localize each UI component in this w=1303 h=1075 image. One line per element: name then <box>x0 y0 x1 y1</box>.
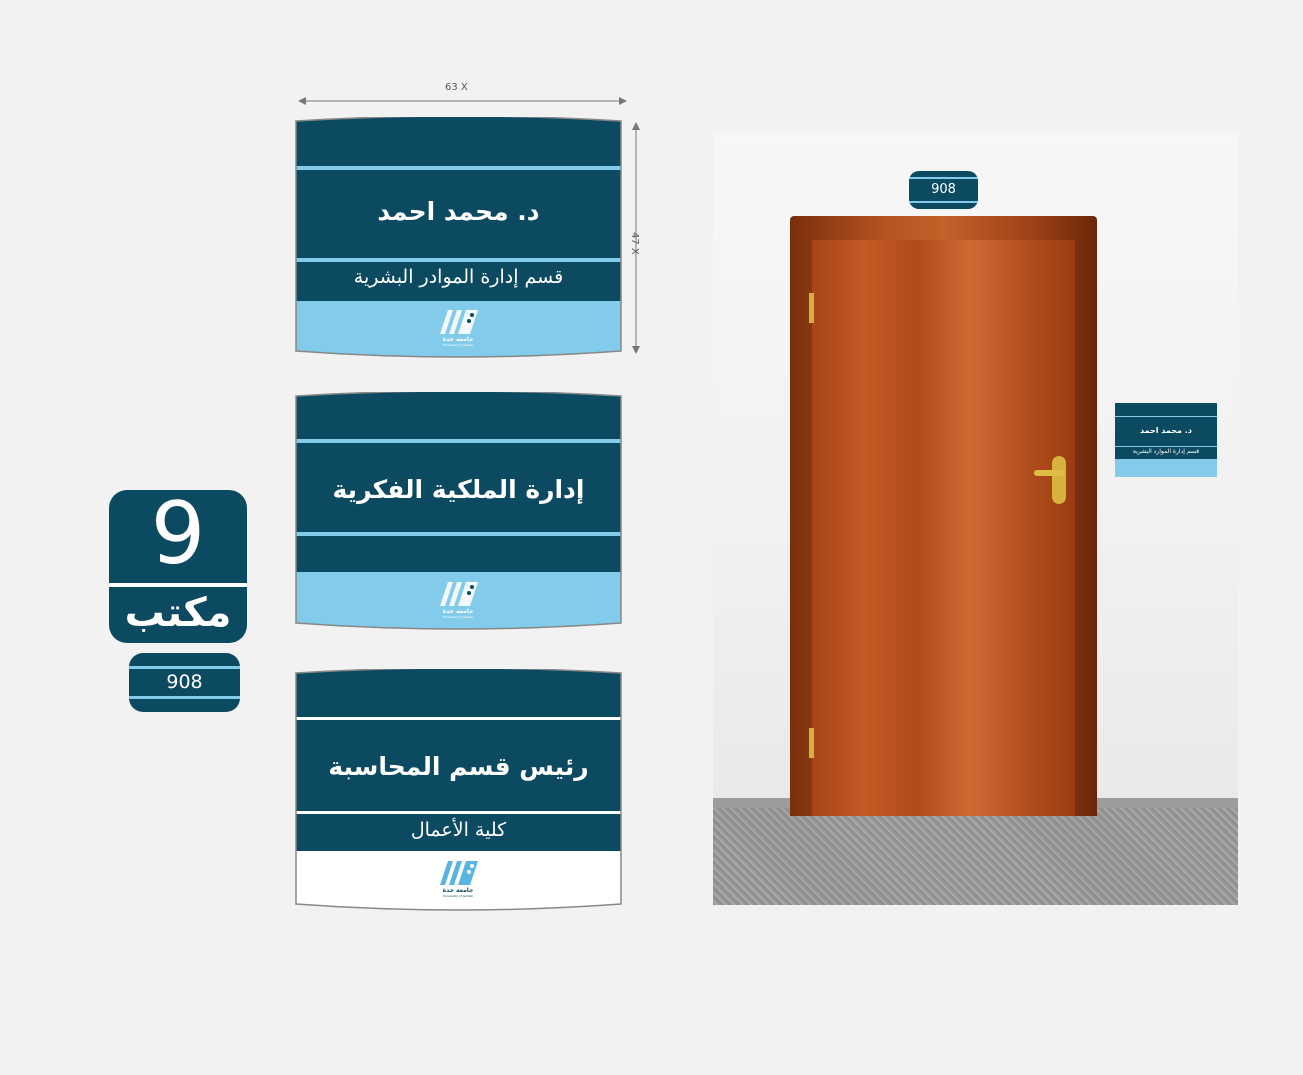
sign-1: د. محمد احمد قسم إدارة الموادر البشرية ج… <box>295 117 622 358</box>
logo-english-text: University of Jeddah <box>442 343 474 347</box>
logo-arabic-text: جامعة جدة <box>442 336 474 343</box>
room-number: 908 <box>166 671 203 693</box>
photo-plate-line-bottom <box>909 201 978 203</box>
door-handle-plate <box>1052 456 1066 504</box>
photo-room-plate: 908 <box>909 171 978 209</box>
logo-arabic-text: جامعة جدة <box>442 608 474 615</box>
sign-1-name: د. محمد احمد <box>377 197 540 226</box>
logo-arabic-text: جامعة جدة <box>442 887 474 894</box>
door-hinge-bottom <box>809 728 814 758</box>
carpet <box>713 808 1238 905</box>
sign-2: إدارة الملكية الفكرية جامعة جدة Universi… <box>295 392 622 630</box>
university-logo: جامعة جدة University of Jeddah <box>428 857 488 898</box>
photo-plate-line-top <box>909 177 978 179</box>
photo-sign-line-top <box>1115 416 1217 417</box>
office-label: مكتب <box>124 590 232 636</box>
office-badge: 9 مكتب <box>109 484 247 643</box>
room-plate: 908 <box>129 653 240 712</box>
logo-english-text: University of Jeddah <box>442 894 474 898</box>
door-handle <box>1034 470 1064 476</box>
photo-sign-name: د. محمد احمد <box>1140 426 1192 435</box>
sign-3-name: رئيس قسم المحاسبة <box>328 752 589 781</box>
sign-2-name: إدارة الملكية الفكرية <box>332 475 585 504</box>
photo-sign-logo-band <box>1115 459 1217 477</box>
university-logo: جامعة جدة University of Jeddah <box>428 306 488 347</box>
university-logo-icon <box>440 582 478 606</box>
photo-sign-line-mid <box>1115 446 1217 447</box>
office-number: 9 <box>150 484 206 584</box>
width-dimension-label: 63 X <box>445 82 468 93</box>
height-dimension-label: 47 X <box>629 232 640 255</box>
photo-room-number: 908 <box>931 182 956 197</box>
sign-1-department: قسم إدارة الموادر البشرية <box>353 266 564 288</box>
photo-sign-department: قسم إدارة الموارد البشرية <box>1132 448 1200 455</box>
university-logo-icon <box>440 861 478 885</box>
plate-line-bottom <box>129 696 240 699</box>
sign-3-department: كلية الأعمال <box>410 819 507 841</box>
university-logo: جامعة جدة University of Jeddah <box>428 578 488 619</box>
photo-door-sign: د. محمد احمد قسم إدارة الموارد البشرية <box>1115 403 1217 477</box>
door-photo: 908 د. محمد احمد قسم إدارة الموارد البشر… <box>713 133 1238 905</box>
door-leaf <box>812 240 1075 816</box>
door-hinge-top <box>809 293 814 323</box>
university-logo-icon <box>440 310 478 334</box>
logo-english-text: University of Jeddah <box>442 615 474 619</box>
sign-3: رئيس قسم المحاسبة كلية الأعمال جامعة جدة… <box>295 669 622 911</box>
